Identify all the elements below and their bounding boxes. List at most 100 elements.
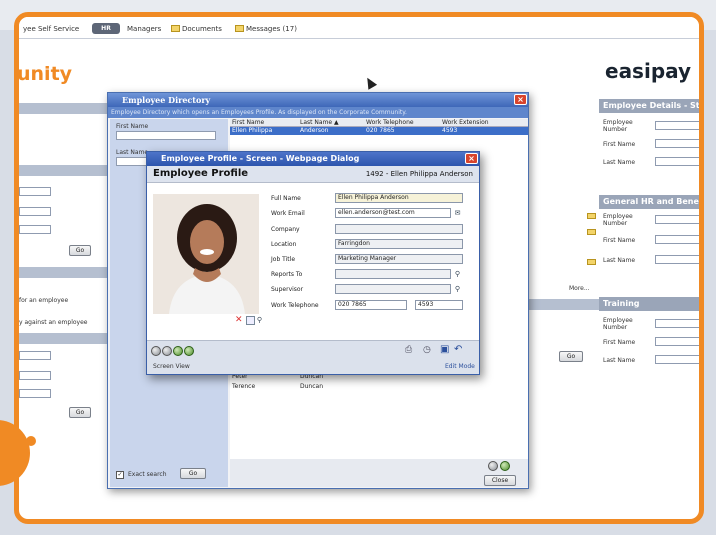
employee-number-input[interactable] — [655, 121, 699, 130]
last-name-label: Last Name — [603, 159, 636, 166]
directory-close-icon[interactable]: × — [514, 94, 527, 105]
company-field[interactable] — [335, 224, 463, 234]
screen-view-label[interactable]: Screen View — [153, 363, 190, 370]
first-name-input-3[interactable] — [655, 337, 699, 346]
right-go-button[interactable]: Go — [559, 351, 583, 362]
tab-managers[interactable]: Managers — [127, 25, 161, 33]
employee-number-label-2: Employee Number — [603, 213, 633, 227]
job-title-field[interactable]: Marketing Manager — [335, 254, 463, 264]
left-link-1[interactable]: for an employee — [19, 297, 68, 304]
col-last-name[interactable]: Last Name ▲ — [300, 119, 339, 127]
work-extension-field[interactable]: 4593 — [415, 300, 463, 310]
decorative-orange-dot — [26, 436, 36, 446]
save-icon[interactable]: ▣ — [440, 344, 449, 355]
last-name-search-label: Last Name — [116, 149, 149, 156]
left-bar-3 — [19, 267, 109, 278]
directory-title: Employee Directory — [108, 93, 528, 107]
brand-community: unity — [17, 63, 73, 85]
left-input-4[interactable] — [19, 351, 51, 360]
employee-photo — [153, 194, 259, 314]
location-field[interactable]: Farringdon — [335, 239, 463, 249]
last-name-input[interactable] — [655, 157, 699, 166]
first-record-icon[interactable] — [151, 346, 161, 356]
col-work-telephone[interactable]: Work Telephone — [366, 119, 414, 127]
tab-hr[interactable]: HR — [92, 23, 120, 34]
supervisor-field[interactable] — [335, 284, 451, 294]
cell-last-name: Duncan — [300, 383, 324, 390]
first-name-label-3: First Name — [603, 339, 636, 346]
cell-extension: 4593 — [442, 127, 458, 134]
left-input-1[interactable] — [19, 187, 51, 196]
directory-footer: Close — [230, 459, 528, 487]
email-icon[interactable]: ✉ — [453, 209, 462, 218]
right-bar — [519, 299, 599, 310]
col-first-name[interactable]: First Name — [232, 119, 264, 127]
work-email-field[interactable]: ellen.anderson@test.com — [335, 208, 451, 218]
tab-messages-label: Messages (17) — [246, 25, 297, 33]
first-name-input-2[interactable] — [655, 235, 699, 244]
left-input-2[interactable] — [19, 207, 51, 216]
employee-number-input-3[interactable] — [655, 319, 699, 328]
table-row[interactable]: Terence Duncan — [230, 383, 528, 391]
undo-icon[interactable]: ↶ — [454, 344, 462, 355]
left-input-5[interactable] — [19, 371, 51, 380]
last-record-icon[interactable] — [184, 346, 194, 356]
employee-number-input-2[interactable] — [655, 215, 699, 224]
print-icon[interactable]: ⎙ — [405, 345, 412, 355]
employee-profile-dialog: Employee Profile - Screen - Webpage Dial… — [146, 151, 480, 375]
left-bar-1 — [19, 103, 109, 114]
delete-photo-icon[interactable]: ✕ — [235, 315, 243, 325]
profile-close-icon[interactable]: × — [465, 153, 478, 164]
tab-messages[interactable]: Messages (17) — [235, 25, 297, 33]
work-telephone-field[interactable]: 020 7865 — [335, 300, 407, 310]
reports-to-label: Reports To — [271, 271, 303, 278]
exact-search-checkbox[interactable]: ✓ — [116, 471, 124, 479]
more-link[interactable]: More... — [569, 285, 590, 292]
section-employee-details: Employee Details - Static — [599, 99, 699, 113]
full-name-field[interactable]: Ellen Philippa Anderson — [335, 193, 463, 203]
folder-icon — [587, 259, 596, 265]
edit-mode-link[interactable]: Edit Mode — [445, 363, 475, 370]
exact-search-label: Exact search — [128, 471, 167, 478]
next-record-icon[interactable] — [173, 346, 183, 356]
left-input-6[interactable] — [19, 389, 51, 398]
reports-to-field[interactable] — [335, 269, 451, 279]
tab-self-service[interactable]: yee Self Service — [23, 25, 79, 33]
tab-bar: yee Self Service HR Managers Documents M… — [19, 17, 699, 39]
photo-search-icon[interactable]: ⚲ — [255, 316, 264, 325]
left-go-button-2[interactable]: Go — [69, 407, 91, 418]
clock-icon[interactable]: ◷ — [423, 345, 431, 355]
close-button[interactable]: Close — [484, 475, 516, 486]
brand-easipay: easipay — [605, 59, 692, 83]
photo-edit-icon[interactable] — [246, 316, 255, 325]
search-go-button[interactable]: Go — [180, 468, 206, 479]
profile-footer: ⎙ ◷ ▣ ↶ Screen View Edit Mode — [147, 340, 479, 374]
employee-number-label-3: Employee Number — [603, 317, 633, 331]
cell-telephone: 020 7865 — [366, 127, 395, 134]
left-bar-2 — [19, 165, 109, 176]
last-name-input-2[interactable] — [655, 255, 699, 264]
last-name-input-3[interactable] — [655, 355, 699, 364]
previous-icon[interactable] — [488, 461, 498, 471]
next-icon[interactable] — [500, 461, 510, 471]
work-email-label: Work Email — [271, 210, 305, 217]
previous-record-icon[interactable] — [162, 346, 172, 356]
first-name-input[interactable] — [655, 139, 699, 148]
folder-icon — [587, 229, 596, 235]
first-name-search-label: First Name — [116, 123, 149, 130]
supervisor-search-icon[interactable]: ⚲ — [453, 285, 462, 294]
profile-id-name: 1492 - Ellen Philippa Anderson — [365, 170, 473, 178]
profile-heading: Employee Profile — [153, 168, 249, 179]
reports-to-search-icon[interactable]: ⚲ — [453, 270, 462, 279]
table-row-selected[interactable]: Ellen Philippa Anderson 020 7865 4593 — [230, 127, 528, 135]
first-name-label: First Name — [603, 141, 636, 148]
left-go-button[interactable]: Go — [69, 245, 91, 256]
full-name-label: Full Name — [271, 195, 301, 202]
section-training: Training — [599, 297, 699, 311]
first-name-search-input[interactable] — [116, 131, 216, 140]
screen-frame: yee Self Service HR Managers Documents M… — [14, 12, 704, 524]
left-input-3[interactable] — [19, 225, 51, 234]
tab-documents[interactable]: Documents — [171, 25, 222, 33]
col-work-extension[interactable]: Work Extension — [442, 119, 489, 127]
left-link-2[interactable]: y against an employee — [19, 319, 87, 326]
